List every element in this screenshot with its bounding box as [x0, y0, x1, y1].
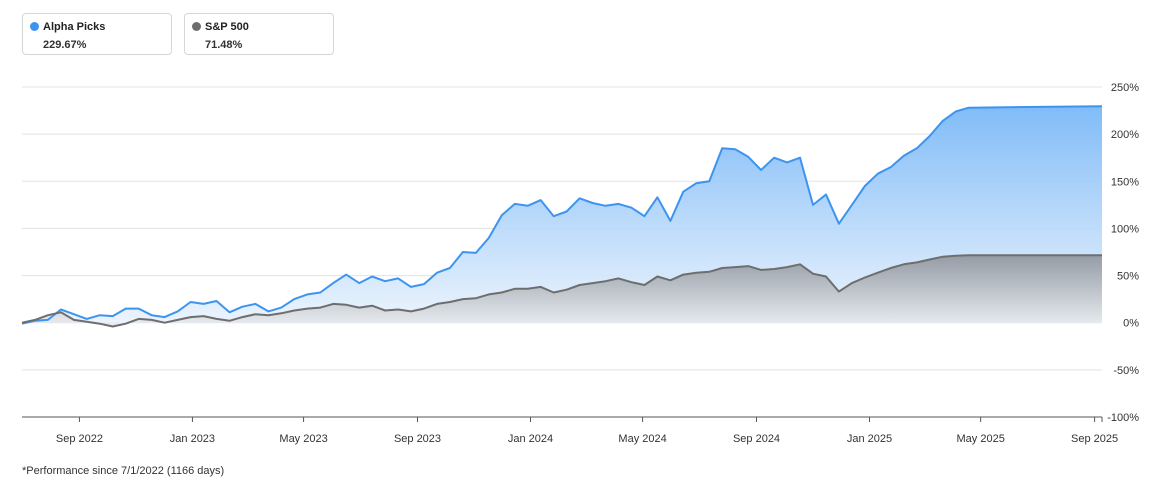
- performance-footnote: *Performance since 7/1/2022 (1166 days): [22, 465, 225, 477]
- x-tick-label: May 2023: [279, 433, 327, 445]
- y-tick-label: 150%: [1111, 176, 1139, 188]
- performance-chart: 250% 200% 150% 100% 50% 0% -50% -100% Sep 2022 Ja…: [21, 82, 1139, 445]
- y-tick-label: 200%: [1111, 129, 1139, 141]
- x-tick-label: Jan 2024: [508, 433, 553, 445]
- x-tick-label: Sep 2025: [1071, 433, 1118, 445]
- y-tick-label: 100%: [1111, 223, 1139, 235]
- x-tick-label: May 2025: [957, 433, 1005, 445]
- y-tick-label: 50%: [1117, 271, 1139, 283]
- y-tick-label: 0%: [1123, 318, 1139, 330]
- y-tick-label: 250%: [1111, 82, 1139, 94]
- y-tick-label: -50%: [1113, 365, 1139, 377]
- x-tick-label: Sep 2024: [733, 433, 780, 445]
- x-tick-label: May 2024: [618, 433, 666, 445]
- y-tick-label: -100%: [1107, 412, 1139, 424]
- x-tick-label: Jan 2023: [170, 433, 215, 445]
- x-tick-label: Sep 2022: [56, 433, 103, 445]
- x-tick-label: Sep 2023: [394, 433, 441, 445]
- x-tick-label: Jan 2025: [847, 433, 892, 445]
